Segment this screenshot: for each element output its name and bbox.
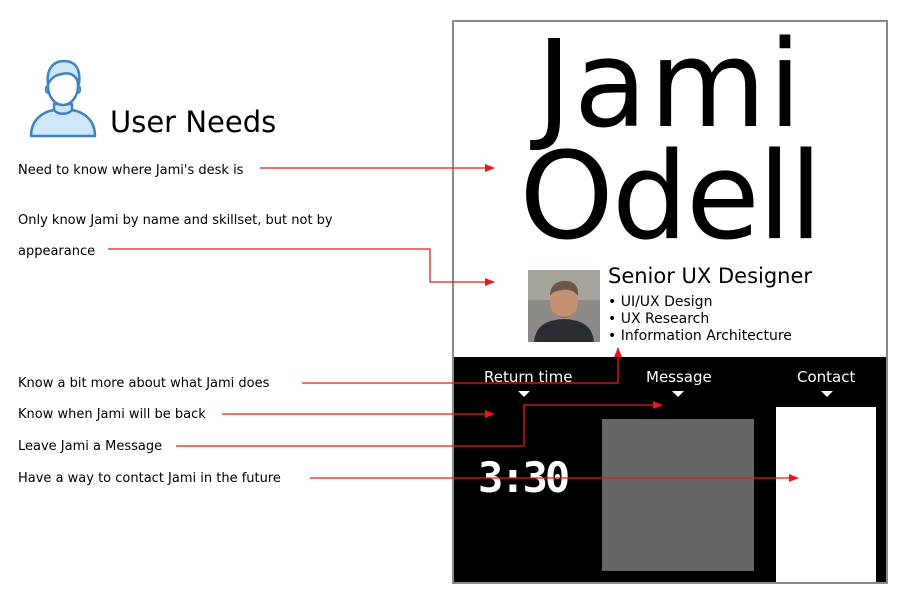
chevron-down-icon[interactable] — [821, 391, 833, 397]
user-needs-title: User Needs — [110, 105, 277, 139]
tab-return-time[interactable]: Return time — [484, 370, 572, 385]
need-recognize-appearance: Only know Jami by name and skillset, but… — [18, 213, 333, 259]
user-icon — [29, 59, 97, 138]
chevron-down-icon[interactable] — [518, 391, 530, 397]
profile-photo — [528, 270, 600, 342]
chevron-down-icon[interactable] — [672, 391, 684, 397]
skill-item: Information Architecture — [608, 328, 792, 345]
need-return-time: Know when Jami will be back — [18, 407, 206, 422]
need-future-contact: Have a way to contact Jami in the future — [18, 471, 281, 486]
need-role-details: Know a bit more about what Jami does — [18, 376, 270, 391]
last-name: Odell — [519, 128, 822, 267]
skill-item: UI/UX Design — [608, 294, 792, 311]
tab-message[interactable]: Message — [646, 370, 712, 385]
need-leave-message: Leave Jami a Message — [18, 439, 163, 454]
return-time-display: 3:30 — [478, 453, 570, 502]
contact-area[interactable] — [776, 407, 876, 582]
message-area[interactable] — [602, 419, 754, 571]
nameplate: Jami Odell Senior UX Designer UI/UX Desi… — [452, 20, 888, 584]
skills-list: UI/UX Design UX Research Information Arc… — [608, 294, 792, 345]
job-title: Senior UX Designer — [608, 264, 813, 288]
skill-item: UX Research — [608, 311, 792, 328]
tab-contact[interactable]: Contact — [797, 370, 855, 385]
interaction-panel: Return time Message Contact 3:30 — [454, 357, 886, 582]
need-desk-location: Need to know where Jami's desk is — [18, 163, 244, 178]
